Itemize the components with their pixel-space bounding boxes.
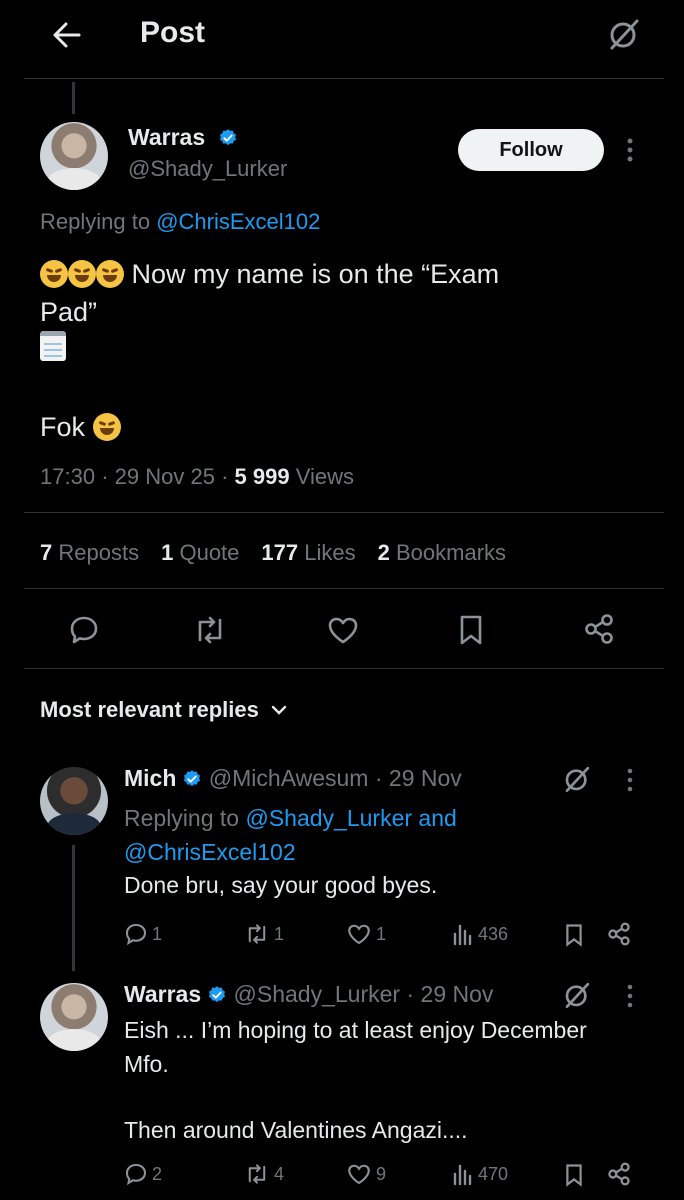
post-text: Now my name is on the “Exam Pad”	[40, 255, 499, 369]
repost-icon	[248, 924, 266, 944]
header-divider	[24, 78, 664, 79]
post-meta: 17:30 · 29 Nov 25 · 5 999 Views	[40, 464, 354, 490]
author-name[interactable]: Warras	[128, 124, 205, 150]
chevron-down-icon	[271, 705, 287, 715]
replying-to-link[interactable]: @ChrisExcel102	[124, 839, 296, 865]
reply-action-repost[interactable]: 1	[244, 922, 284, 946]
page-title: Post	[140, 16, 206, 49]
reply-text-line: Then around Valentines Angazi....	[124, 1117, 468, 1143]
divider	[24, 588, 664, 589]
reply-action-reply[interactable]: 2	[124, 1162, 162, 1186]
replies-sort-label: Most relevant replies	[40, 697, 259, 722]
follow-button[interactable]: Follow	[458, 129, 604, 171]
separator: ·	[101, 464, 109, 489]
reply-action-reply[interactable]: 1	[124, 922, 162, 946]
repost-icon	[248, 1164, 266, 1184]
reply-action-repost[interactable]: 4	[244, 1162, 284, 1186]
more-options-icon[interactable]	[626, 983, 634, 1009]
reply-date: · 29 Nov	[374, 765, 462, 791]
post-stats: 7 Reposts 1 Quote 177 Likes 2 Bookmarks	[40, 540, 506, 566]
replying-to-link[interactable]: @Shady_Lurker	[245, 805, 412, 831]
verified-badge-icon	[184, 770, 201, 787]
reply-text: Done bru, say your good byes.	[124, 872, 438, 898]
post-time: 17:30	[40, 464, 96, 489]
reply-action-views[interactable]: 436	[452, 922, 508, 946]
author-name-row: Warras	[128, 124, 238, 151]
reply-action-like[interactable]: 9	[346, 1162, 386, 1186]
likes-stat[interactable]: 177 Likes	[261, 540, 355, 566]
thread-line	[72, 82, 75, 114]
avatar[interactable]	[40, 767, 108, 835]
reply-action-views[interactable]: 470	[452, 1162, 508, 1186]
replying-to-label: Replying to	[40, 209, 151, 234]
post-text-segment: Now my name is on the “Exam	[131, 259, 500, 289]
verified-badge-icon	[219, 129, 236, 146]
author-handle[interactable]: @Shady_Lurker	[128, 156, 287, 182]
grok-icon[interactable]	[562, 980, 592, 1010]
quotes-stat[interactable]: 1 Quote	[161, 540, 239, 566]
views-icon	[453, 1164, 472, 1186]
rofl-emoji-icon	[68, 260, 96, 288]
back-arrow-icon[interactable]	[50, 20, 82, 50]
confounded-emoji-icon	[92, 413, 121, 441]
reply-icon	[125, 1163, 147, 1186]
post-text-line-2: Pad”	[40, 297, 98, 327]
replying-to-line: Replying to @ChrisExcel102	[40, 209, 320, 235]
reply-text: Eish ... I’m hoping to at least enjoy De…	[124, 1013, 664, 1081]
replying-to-link[interactable]: @ChrisExcel102	[156, 209, 320, 234]
reply-author-handle[interactable]: @MichAwesum	[209, 765, 369, 791]
reply-icon[interactable]	[68, 614, 100, 646]
separator: ·	[221, 464, 229, 489]
more-options-icon[interactable]	[626, 767, 634, 793]
avatar[interactable]	[40, 983, 108, 1051]
replies-sort-dropdown[interactable]: Most relevant replies	[40, 697, 287, 723]
share-icon[interactable]	[582, 612, 616, 646]
avatar[interactable]	[40, 122, 108, 190]
reply-author-name[interactable]: Warras	[124, 981, 201, 1007]
share-icon[interactable]	[606, 921, 632, 947]
verified-badge-icon	[209, 986, 226, 1003]
reply-author-handle[interactable]: @Shady_Lurker	[234, 981, 401, 1007]
bookmarks-stat[interactable]: 2 Bookmarks	[378, 540, 506, 566]
bookmark-icon[interactable]	[456, 613, 486, 647]
post-text-line-1: Now my name is on the “Exam	[40, 255, 499, 293]
reply-replying-to: Replying to @Shady_Lurker and @ChrisExce…	[124, 805, 457, 865]
reply-header: Warras @Shady_Lurker · 29 Nov	[124, 981, 493, 1008]
grok-icon[interactable]	[562, 764, 592, 794]
reposts-stat[interactable]: 7 Reposts	[40, 540, 139, 566]
share-icon[interactable]	[606, 1161, 632, 1187]
thread-line	[72, 845, 75, 971]
views-label: Views	[295, 464, 354, 489]
reply-text-line: Eish ... I’m hoping to at least enjoy De…	[124, 1017, 587, 1043]
post-text-line-3: Fok	[40, 412, 121, 443]
bookmark-icon[interactable]	[563, 1162, 585, 1188]
views-icon	[453, 924, 472, 946]
notepad-emoji-icon	[40, 331, 499, 369]
views-count: 5 999	[234, 464, 290, 489]
reply-header: Mich @MichAwesum · 29 Nov	[124, 765, 462, 792]
reply-icon	[125, 923, 147, 946]
like-icon	[348, 1164, 370, 1185]
rofl-emoji-icon	[96, 260, 124, 288]
rofl-emoji-icon	[40, 260, 68, 288]
reply-author-name[interactable]: Mich	[124, 765, 176, 791]
bookmark-icon[interactable]	[563, 922, 585, 948]
post-text-segment: Fok	[40, 412, 86, 442]
like-icon	[348, 924, 370, 945]
reply-text-line: Mfo.	[124, 1051, 169, 1077]
grok-icon[interactable]	[606, 16, 642, 52]
like-icon[interactable]	[326, 614, 360, 646]
divider	[24, 668, 664, 669]
reply-action-like[interactable]: 1	[346, 922, 386, 946]
more-options-icon[interactable]	[626, 136, 634, 164]
divider	[24, 512, 664, 513]
repost-icon[interactable]	[192, 614, 228, 646]
post-date: 29 Nov 25	[114, 464, 215, 489]
reply-date: · 29 Nov	[406, 981, 494, 1007]
